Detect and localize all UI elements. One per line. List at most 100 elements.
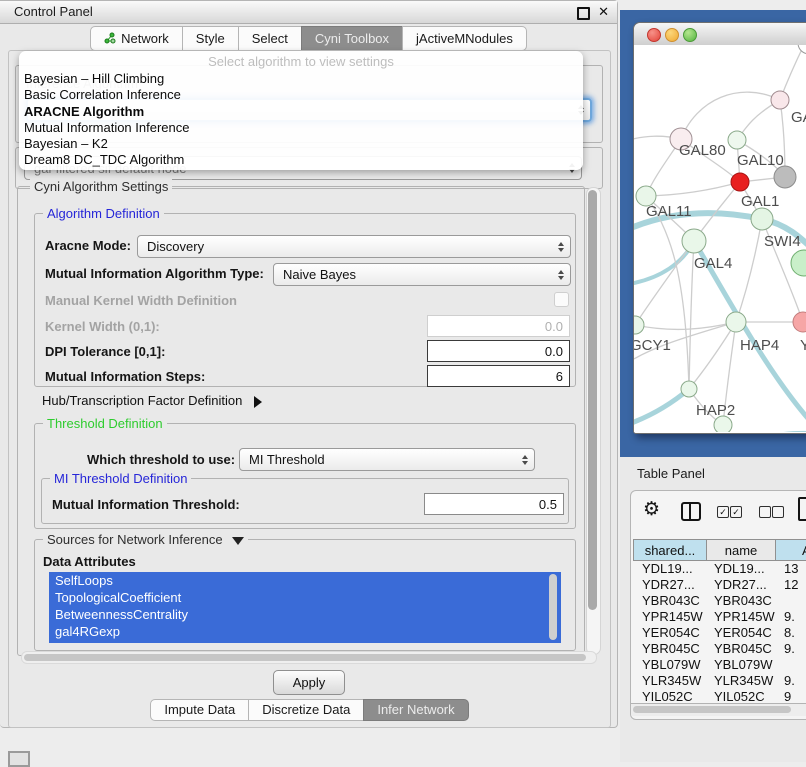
network-view-window: GAL GAL80 GAL10 GAL1 GAL11 SWI4 GAL4 GCY… [633, 22, 806, 434]
dropdown-item[interactable]: Dream8 DC_TDC Algorithm [19, 152, 583, 168]
dropdown-item[interactable]: Basic Correlation Inference [19, 87, 583, 103]
tab-infer-network[interactable]: Infer Network [363, 699, 468, 721]
table-row[interactable]: YER054CYER054C8. [634, 625, 806, 641]
sources-title-label: Sources for Network Inference [47, 532, 223, 547]
scrollbar-thumb[interactable] [588, 190, 597, 610]
document-icon[interactable] [798, 497, 806, 521]
table-row[interactable]: YLR345WYLR345W9. [634, 673, 806, 689]
dpi-tolerance-field[interactable]: 0.0 [427, 340, 570, 362]
combo-stepper-icon [522, 449, 528, 470]
settings-vertical-scrollbar[interactable] [586, 187, 601, 655]
scrollbar-thumb[interactable] [633, 706, 791, 713]
table-row[interactable]: YIL052CYIL052C9 [634, 689, 806, 703]
settings-horizontal-scrollbar[interactable] [21, 651, 597, 664]
dpi-tolerance-value: 0.0 [545, 344, 563, 359]
list-item[interactable]: BetweennessCentrality [49, 606, 561, 623]
aracne-mode-combo[interactable]: Discovery [137, 235, 571, 258]
column-header-name[interactable]: name [706, 539, 776, 561]
node-gcy1[interactable] [634, 316, 644, 334]
column-header-partial[interactable]: A [775, 539, 806, 561]
checked-checkbox-icon[interactable]: ✓ [717, 506, 729, 518]
mac-zoom-icon[interactable] [683, 28, 697, 42]
tab-cyni-toolbox[interactable]: Cyni Toolbox [301, 26, 403, 51]
node-label: HAP2 [696, 402, 735, 419]
table-row[interactable]: YBL079WYBL079W [634, 657, 806, 673]
table-row[interactable]: YDL19...YDL19...13 [634, 561, 806, 577]
combo-stepper-icon [558, 236, 564, 257]
column-header-shared[interactable]: shared... [633, 539, 707, 561]
node-hap4[interactable] [726, 312, 746, 332]
dropdown-item-selected[interactable]: ARACNE Algorithm [19, 104, 583, 120]
node-salmon[interactable] [793, 312, 806, 332]
cytoscape-desktop: GAL GAL80 GAL10 GAL1 GAL11 SWI4 GAL4 GCY… [620, 10, 806, 457]
cyni-toolbox-panel: Inference Algorithm gal-filtered sif def… [8, 50, 611, 728]
dropdown-placeholder: Select algorithm to view settings [19, 51, 583, 69]
hub-definition-expander[interactable]: Hub/Transcription Factor Definition [42, 393, 262, 408]
cell: YER054C [708, 625, 778, 641]
minimized-panel-icon[interactable] [8, 751, 30, 767]
float-window-icon[interactable] [577, 7, 590, 20]
data-attributes-list[interactable]: SelfLoops TopologicalCoefficient Between… [49, 572, 561, 643]
unchecked-checkbox-icon[interactable] [772, 506, 784, 518]
which-threshold-value: MI Threshold [249, 452, 325, 467]
list-item[interactable]: SelfLoops [49, 572, 561, 589]
tab-network[interactable]: Network [90, 26, 183, 51]
node-swi4[interactable] [791, 250, 806, 276]
list-item[interactable]: gal4RGexp [49, 623, 561, 640]
network-window-titlebar[interactable] [634, 23, 806, 46]
mac-minimize-icon[interactable] [665, 28, 679, 42]
table-row[interactable]: YPR145WYPR145W9. [634, 609, 806, 625]
mi-type-label: Mutual Information Algorithm Type: [45, 266, 264, 281]
sources-group: Sources for Network Inference Data Attri… [34, 539, 576, 651]
tab-style[interactable]: Style [182, 26, 239, 51]
gear-icon[interactable]: ⚙ [643, 498, 660, 521]
tab-select[interactable]: Select [238, 26, 302, 51]
node-hap2[interactable] [681, 381, 697, 397]
table-row[interactable]: YBR043CYBR043C [634, 593, 806, 609]
kernel-width-value: 0.0 [545, 319, 563, 334]
dropdown-item[interactable]: Bayesian – K2 [19, 136, 583, 152]
cell: 9 [778, 689, 806, 703]
node-gal10[interactable] [728, 131, 746, 149]
tab-discretize-data[interactable]: Discretize Data [248, 699, 364, 721]
table-row[interactable]: YDR27...YDR27...12 [634, 577, 806, 593]
list-item[interactable]: TopologicalCoefficient [49, 589, 561, 606]
manual-kernel-checkbox[interactable] [554, 292, 569, 307]
which-threshold-combo[interactable]: MI Threshold [239, 448, 535, 471]
dropdown-item[interactable]: Bayesian – Hill Climbing [19, 71, 583, 87]
table-horizontal-scrollbar[interactable] [631, 703, 806, 716]
scrollbar-thumb[interactable] [24, 654, 586, 661]
tab-discretize-data-label: Discretize Data [262, 702, 350, 717]
node-label: GAL11 [646, 203, 692, 220]
sources-title[interactable]: Sources for Network Inference [43, 532, 248, 547]
node-gal4[interactable] [682, 229, 706, 253]
network-canvas[interactable]: GAL GAL80 GAL10 GAL1 GAL11 SWI4 GAL4 GCY… [634, 45, 806, 432]
dropdown-item[interactable]: Mutual Information Inference [19, 120, 583, 136]
mac-close-icon[interactable] [647, 28, 661, 42]
tab-impute-data[interactable]: Impute Data [150, 699, 249, 721]
node-gray[interactable] [774, 166, 796, 188]
data-attributes-label: Data Attributes [43, 554, 136, 569]
cell: YLR345W [708, 673, 778, 689]
close-icon[interactable]: ✕ [598, 4, 609, 20]
node-selected-red[interactable] [731, 173, 749, 191]
tab-jactivemnodules-label: jActiveMNodules [416, 31, 513, 46]
apply-button[interactable]: Apply [273, 670, 345, 695]
table-row[interactable]: YBR045CYBR045C9. [634, 641, 806, 657]
node-label: GAL1 [741, 193, 779, 210]
unchecked-checkbox-icon[interactable] [759, 506, 771, 518]
node[interactable] [771, 91, 789, 109]
mi-type-combo[interactable]: Naive Bayes [273, 263, 571, 286]
tab-jactivemnodules[interactable]: jActiveMNodules [402, 26, 527, 51]
mi-steps-field[interactable]: 6 [427, 365, 570, 387]
cell: YBL079W [634, 657, 708, 673]
cell [778, 593, 806, 609]
node[interactable] [798, 45, 806, 54]
node-gal1[interactable] [751, 208, 773, 230]
control-panel-title: Control Panel [14, 4, 93, 19]
list-scrollbar[interactable] [549, 574, 557, 640]
checked-checkbox-icon[interactable]: ✓ [730, 506, 742, 518]
mi-threshold-field[interactable]: 0.5 [424, 493, 564, 515]
table-panel-box: ⚙ ✓ ✓ shared... name A YDL19...YDL19...1… [630, 490, 806, 720]
columns-icon[interactable] [681, 502, 701, 521]
